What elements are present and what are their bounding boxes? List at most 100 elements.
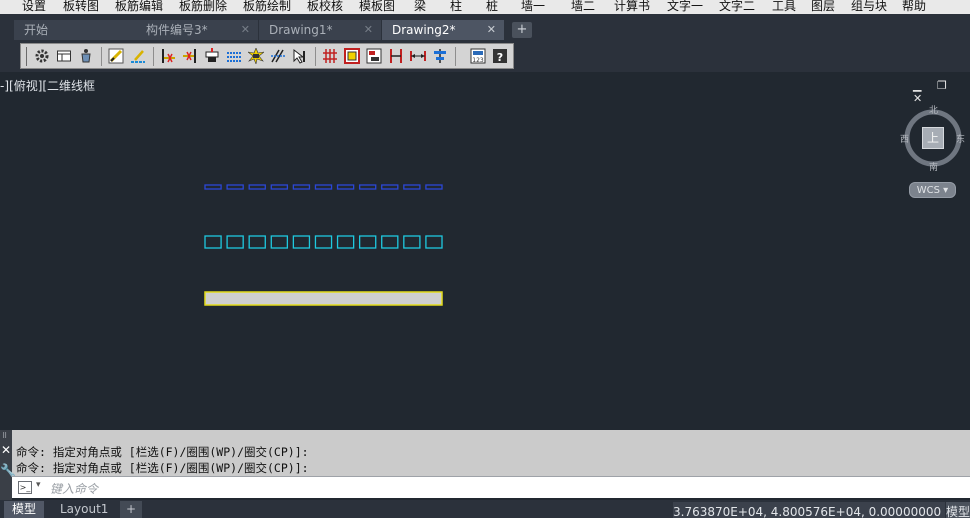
menu-item[interactable]: 板筋编辑 xyxy=(115,0,163,14)
dotted-list-icon[interactable] xyxy=(225,47,243,65)
viewcube-top-face[interactable]: 上 xyxy=(922,127,944,149)
coordinates-readout: 3.763870E+04, 4.800576E+04, 0.00000000 xyxy=(673,502,945,518)
command-input-bar[interactable]: >_ ▾ 键入命令 xyxy=(12,476,970,498)
rebar-segment[interactable] xyxy=(403,184,421,190)
rebar-segment[interactable] xyxy=(358,235,377,249)
dimension-icon[interactable] xyxy=(387,47,405,65)
rebar-segment[interactable] xyxy=(425,235,443,249)
close-icon[interactable]: ✕ xyxy=(487,20,496,40)
menu-item[interactable]: 墙二 xyxy=(571,0,595,14)
menu-item[interactable]: 计算书 xyxy=(614,0,650,14)
viewcube[interactable]: 北 南 东 西 上 xyxy=(898,102,968,177)
tab-label: 构件编号3* xyxy=(146,23,208,37)
close-icon[interactable]: ✕ xyxy=(1,443,11,457)
menu-item[interactable]: 梁 xyxy=(414,0,426,14)
rebar-segment[interactable] xyxy=(204,184,222,190)
layout-tab-layout1[interactable]: Layout1 xyxy=(52,501,116,518)
menu-item[interactable]: 桩 xyxy=(486,0,498,14)
tab-drawing1[interactable]: Drawing1* ✕ xyxy=(259,20,381,40)
rebar-segment[interactable] xyxy=(314,184,333,190)
model-space-toggle[interactable]: 模型 xyxy=(946,502,970,518)
command-panel-grip[interactable]: ⠿ ✕ 🔧 xyxy=(0,430,16,500)
tab-component-numbering[interactable]: 构件编号3* ✕ xyxy=(136,20,258,40)
rebar-segment[interactable] xyxy=(336,184,355,190)
export-icon[interactable] xyxy=(365,47,383,65)
rebar-segment[interactable] xyxy=(381,235,399,249)
new-tab-button[interactable]: + xyxy=(512,22,532,38)
rebar-segment[interactable] xyxy=(270,235,289,249)
slab-section[interactable] xyxy=(204,291,443,306)
close-icon[interactable]: ✕ xyxy=(241,20,250,40)
tab-label: Drawing1* xyxy=(269,23,333,37)
tab-label: 开始 xyxy=(24,23,49,37)
tab-label: Drawing2* xyxy=(392,23,456,37)
menu-item[interactable]: 柱 xyxy=(450,0,462,14)
menu-item[interactable]: 模板图 xyxy=(359,0,395,14)
rebar-segment[interactable] xyxy=(403,235,421,249)
menu-item[interactable]: 文字一 xyxy=(667,0,703,14)
toolbar-grip[interactable] xyxy=(26,47,27,66)
command-input[interactable]: 键入命令 xyxy=(50,480,98,497)
menu-item[interactable]: 板校核 xyxy=(307,0,343,14)
rebar-segment[interactable] xyxy=(204,235,222,249)
tab-drawing2[interactable]: Drawing2* ✕ xyxy=(382,20,504,40)
close-icon[interactable]: ✕ xyxy=(364,20,373,40)
tab-start[interactable]: 开始 xyxy=(14,20,138,40)
rebar-segment[interactable] xyxy=(226,235,244,249)
rebar-segment[interactable] xyxy=(292,235,311,249)
toolbar-separator xyxy=(101,47,102,66)
command-prompt-icon[interactable]: >_ xyxy=(18,481,32,494)
cursor-icon[interactable] xyxy=(291,47,309,65)
rebar-dist-icon[interactable] xyxy=(269,47,287,65)
layout-tab-model[interactable]: 模型 xyxy=(4,501,45,518)
cut-icon[interactable] xyxy=(159,47,177,65)
align-icon[interactable] xyxy=(431,47,449,65)
rebar-segment[interactable] xyxy=(425,184,443,190)
grid-icon[interactable] xyxy=(321,47,339,65)
rebar-segment[interactable] xyxy=(314,235,333,249)
add-layout-button[interactable]: + xyxy=(120,501,142,518)
menu-item[interactable]: 设置 xyxy=(22,0,46,14)
chevron-down-icon[interactable]: ▾ xyxy=(36,480,41,490)
calc-icon[interactable]: 123 xyxy=(469,47,487,65)
menu-item[interactable]: 帮助 xyxy=(902,0,926,14)
menu-item[interactable]: 工具 xyxy=(772,0,796,14)
rebar-segment[interactable] xyxy=(381,184,399,190)
menu-item[interactable]: 板转图 xyxy=(63,0,99,14)
rebar-segment[interactable] xyxy=(226,184,244,190)
burst-icon[interactable] xyxy=(247,47,265,65)
bucket-icon[interactable] xyxy=(77,47,95,65)
help-icon[interactable]: ? xyxy=(491,47,509,65)
cyan-rebar-outline[interactable] xyxy=(204,235,443,249)
menu-item[interactable]: 文字二 xyxy=(719,0,755,14)
gear-icon[interactable] xyxy=(33,47,51,65)
rebar-segment[interactable] xyxy=(292,184,311,190)
menu-item[interactable]: 组与块 xyxy=(851,0,887,14)
pen-icon[interactable] xyxy=(107,47,125,65)
rebar-segment[interactable] xyxy=(358,184,377,190)
menu-item[interactable]: 板筋绘制 xyxy=(243,0,291,14)
table-icon[interactable] xyxy=(55,47,73,65)
stack-icon[interactable] xyxy=(203,47,221,65)
menu-item[interactable]: 墙一 xyxy=(521,0,545,14)
edit-rebar-icon[interactable] xyxy=(129,47,147,65)
rebar-segment[interactable] xyxy=(336,235,355,249)
span-icon[interactable] xyxy=(409,47,427,65)
rebar-segment[interactable] xyxy=(248,235,266,249)
blue-rebar-outline[interactable] xyxy=(204,184,443,190)
command-history-line: 命令: 指定对角点或 [栏选(F)/圈围(WP)/圈交(CP)]: xyxy=(16,461,309,475)
drawing-canvas[interactable] xyxy=(0,72,900,430)
grip-dots-icon[interactable]: ⠿ xyxy=(2,432,8,440)
compass-south-label: 南 xyxy=(929,163,939,173)
rebar-segment[interactable] xyxy=(270,184,289,190)
menu-item[interactable]: 图层 xyxy=(811,0,835,14)
menu-bar: 设置 板转图 板筋编辑 板筋删除 板筋绘制 板校核 模板图 梁 柱 桩 墙一 墙二 计算书 文字一 文字二 工… xyxy=(0,0,970,14)
insert-icon[interactable] xyxy=(181,47,199,65)
compass-west-label: 西 xyxy=(900,135,910,145)
frame-icon[interactable] xyxy=(343,47,361,65)
wcs-dropdown[interactable]: WCS ▾ xyxy=(909,182,956,198)
rebar-segment[interactable] xyxy=(248,184,266,190)
rebar-toolbar: 123 ? xyxy=(20,43,514,69)
toolbar-separator xyxy=(153,47,154,66)
menu-item[interactable]: 板筋删除 xyxy=(179,0,227,14)
